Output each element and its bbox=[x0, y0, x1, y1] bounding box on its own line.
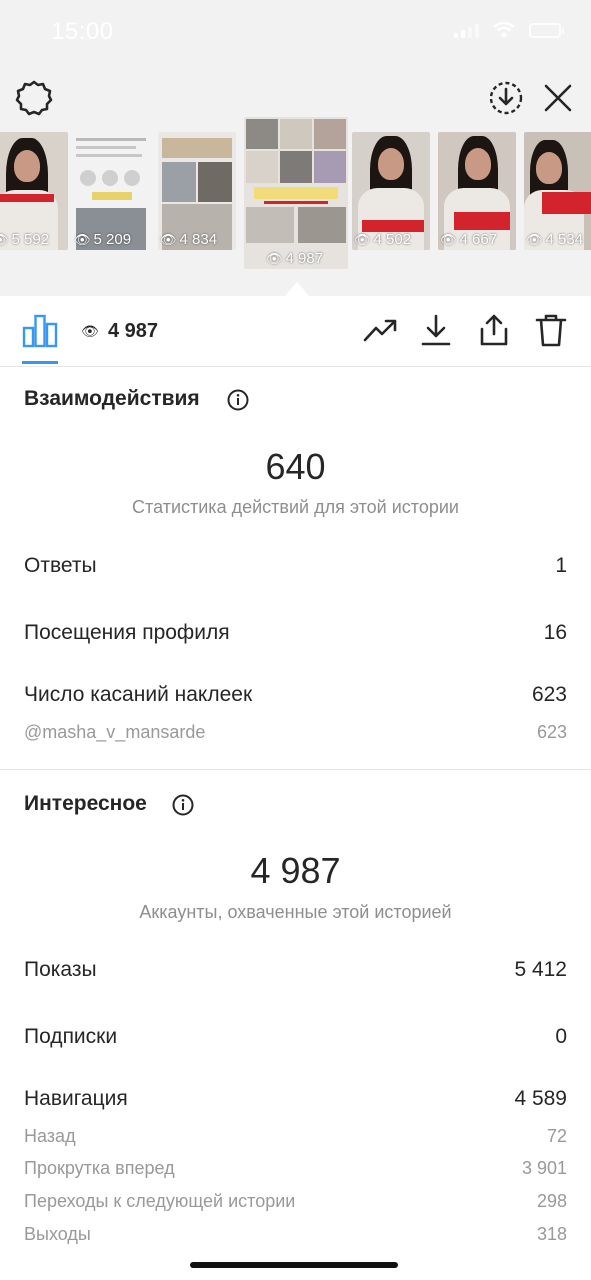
close-button[interactable] bbox=[538, 78, 578, 118]
selected-pointer bbox=[285, 282, 309, 296]
profile-visits-value: 16 bbox=[543, 621, 567, 644]
signal-icon bbox=[454, 22, 479, 38]
eye-icon: 👁 bbox=[526, 231, 543, 247]
eye-icon: 👁 bbox=[160, 231, 177, 247]
navigation-label: Навигация bbox=[24, 1087, 128, 1110]
thumbnail-view-count: 4 987 bbox=[285, 250, 324, 267]
insights-toolbar: 👁 4 987 bbox=[0, 296, 591, 367]
story-thumbnail[interactable]: 👁 4 502 bbox=[352, 132, 430, 250]
next-story-label: Переходы к следующей истории bbox=[24, 1191, 296, 1211]
story-thumbnail-selected[interactable]: 👁 4 987 bbox=[244, 117, 348, 269]
gear-icon bbox=[15, 80, 53, 116]
sticker-mention-label: @masha_v_mansarde bbox=[24, 722, 206, 742]
section-divider bbox=[0, 769, 591, 770]
info-icon[interactable] bbox=[172, 794, 194, 816]
close-icon bbox=[544, 84, 572, 112]
profile-visits-label: Посещения профиля bbox=[24, 621, 230, 644]
info-icon[interactable] bbox=[227, 389, 249, 411]
story-thumbnail[interactable]: 👁 5 209 bbox=[72, 132, 150, 250]
story-thumbnail[interactable]: 👁 4 667 bbox=[438, 132, 516, 250]
impressions-label: Показы bbox=[24, 958, 97, 981]
sticker-mention-value: 623 bbox=[536, 722, 567, 742]
bar-chart-icon[interactable] bbox=[22, 314, 58, 348]
eye-icon: 👁 bbox=[354, 231, 371, 247]
discovery-title: Интересное bbox=[24, 792, 147, 815]
back-value: 72 bbox=[546, 1126, 567, 1146]
wifi-icon bbox=[493, 22, 515, 38]
home-indicator[interactable] bbox=[190, 1262, 398, 1268]
view-count: 4 987 bbox=[108, 320, 159, 342]
interactions-title: Взаимодействия bbox=[24, 387, 200, 410]
discovery-total: 4 987 bbox=[250, 850, 341, 891]
thumbnail-view-count: 5 209 bbox=[93, 231, 132, 248]
forward-label: Прокрутка вперед bbox=[24, 1158, 175, 1178]
navigation-value: 4 589 bbox=[514, 1087, 567, 1110]
trending-up-icon[interactable] bbox=[362, 312, 398, 348]
sticker-taps-value: 623 bbox=[531, 683, 567, 706]
exits-label: Выходы bbox=[24, 1224, 91, 1244]
story-thumbnail[interactable]: 👁 4 534 bbox=[524, 132, 591, 250]
follows-value: 0 bbox=[555, 1025, 567, 1048]
active-tab-indicator bbox=[22, 361, 58, 364]
eye-icon: 👁 bbox=[81, 323, 99, 339]
interactions-total: 640 bbox=[265, 446, 326, 487]
story-thumbnail[interactable]: 👁 5 592 bbox=[0, 132, 68, 250]
back-label: Назад bbox=[24, 1126, 76, 1146]
thumbnail-view-count: 4 502 bbox=[373, 231, 412, 248]
next-story-value: 298 bbox=[536, 1191, 567, 1211]
eye-icon: 👁 bbox=[74, 231, 91, 247]
story-thumbnails: 👁 5 592 👁 5 209 👁 4 834 👁 4 987 👁 4 502 … bbox=[0, 117, 591, 277]
battery-icon bbox=[529, 22, 564, 38]
discovery-subtitle: Аккаунты, охваченные этой историей bbox=[139, 902, 452, 922]
exits-value: 318 bbox=[536, 1224, 567, 1244]
share-icon[interactable] bbox=[476, 312, 512, 348]
eye-icon: 👁 bbox=[440, 231, 457, 247]
thumbnail-view-count: 4 834 bbox=[179, 231, 218, 248]
impressions-value: 5 412 bbox=[514, 958, 567, 981]
eye-icon: 👁 bbox=[0, 231, 9, 247]
trash-icon[interactable] bbox=[533, 312, 569, 348]
follows-label: Подписки bbox=[24, 1025, 118, 1048]
download-icon[interactable] bbox=[418, 312, 454, 348]
thumbnail-view-count: 4 667 bbox=[459, 231, 498, 248]
forward-value: 3 901 bbox=[521, 1158, 567, 1178]
replies-value: 1 bbox=[555, 554, 567, 577]
eye-icon: 👁 bbox=[266, 250, 283, 266]
thumbnail-view-count: 5 592 bbox=[11, 231, 50, 248]
status-time: 15:00 bbox=[51, 18, 114, 45]
story-thumbnail[interactable]: 👁 4 834 bbox=[158, 132, 236, 250]
status-icons bbox=[454, 22, 564, 38]
sticker-taps-label: Число касаний наклеек bbox=[24, 683, 253, 706]
settings-button[interactable] bbox=[14, 78, 54, 118]
replies-label: Ответы bbox=[24, 554, 97, 577]
save-story-button[interactable] bbox=[486, 78, 526, 118]
download-circle-icon bbox=[489, 81, 523, 115]
interactions-subtitle: Статистика действий для этой истории bbox=[132, 497, 459, 517]
thumbnail-view-count: 4 534 bbox=[545, 231, 584, 248]
